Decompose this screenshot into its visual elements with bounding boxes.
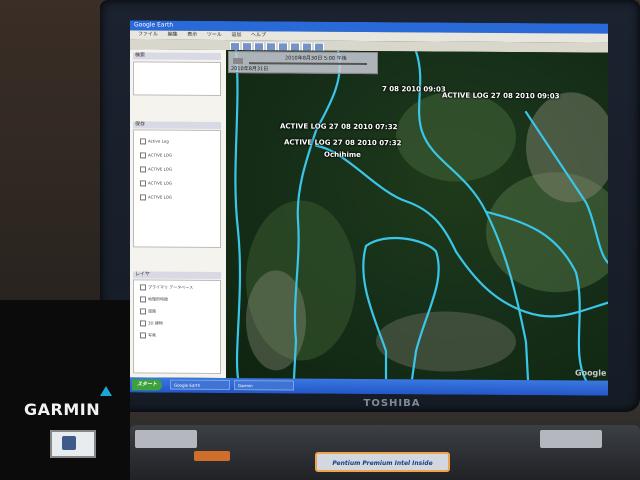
tree-item[interactable]: Active Log bbox=[140, 138, 169, 145]
track-label[interactable]: 7 08 2010 09:03 bbox=[382, 85, 446, 93]
tree-item[interactable]: 写真 bbox=[140, 332, 156, 339]
places-panel-header[interactable]: 保存 bbox=[133, 121, 221, 129]
tree-item[interactable]: 3D 建物 bbox=[140, 320, 163, 327]
layers-panel-header[interactable]: レイヤ bbox=[133, 271, 221, 279]
tree-item[interactable]: ACTIVE LOG bbox=[140, 152, 172, 159]
laptop-brand-logo: TOSHIBA bbox=[363, 398, 421, 409]
checkbox-icon[interactable] bbox=[140, 332, 146, 339]
menu-item[interactable]: 編集 bbox=[168, 32, 178, 38]
gps-track-line bbox=[292, 50, 341, 380]
menu-item[interactable]: 追加 bbox=[231, 32, 241, 38]
status-led bbox=[194, 451, 230, 461]
menu-item[interactable]: ヘルプ bbox=[251, 32, 266, 38]
gps-track-line bbox=[454, 250, 608, 318]
gps-track-line bbox=[364, 236, 440, 381]
laptop-screen: Google Earth ファイル 編集 表示 ツール 追加 ヘルプ 検索 保存… bbox=[130, 20, 608, 396]
track-label[interactable]: ACTIVE LOG 27 08 2010 09:03 bbox=[442, 92, 559, 101]
tree-item[interactable]: ACTIVE LOG bbox=[140, 180, 172, 187]
gps-track-line bbox=[362, 244, 388, 381]
map-view[interactable]: ACTIVE LOG 27 08 2010 07:32 ACTIVE LOG 2… bbox=[226, 50, 608, 381]
layers-tree[interactable]: プライマリ データベース 地理的特徴 道路 3D 建物 写真 bbox=[133, 279, 221, 374]
taskbar-button[interactable]: Google Earth bbox=[170, 379, 230, 391]
laptop-hinge bbox=[540, 430, 602, 448]
track-label[interactable]: ACTIVE LOG 27 08 2010 07:32 bbox=[284, 138, 401, 147]
tree-item[interactable]: ACTIVE LOG bbox=[140, 166, 172, 173]
tree-item[interactable]: 地理的特徴 bbox=[140, 296, 168, 303]
start-button[interactable]: スタート bbox=[132, 379, 162, 391]
sidebar-panel: 検索 保存 Active Log ACTIVE LOG ACTIVE LOG A… bbox=[130, 49, 226, 379]
time-slider[interactable]: 2010年8月30日 5:00 午後 2010年8月31日 bbox=[228, 51, 378, 75]
laptop-hinge bbox=[135, 430, 197, 448]
laptop-sticker: Pentium Premium Intel Inside bbox=[315, 452, 450, 472]
map-attribution: Google bbox=[575, 368, 607, 378]
checkbox-icon[interactable] bbox=[140, 194, 146, 201]
play-icon[interactable] bbox=[233, 58, 243, 65]
garmin-screen-icon bbox=[62, 436, 76, 450]
menu-item[interactable]: ツール bbox=[207, 32, 222, 38]
track-label[interactable]: ACTIVE LOG 27 08 2010 07:32 bbox=[280, 122, 397, 131]
tree-item[interactable]: ACTIVE LOG bbox=[140, 194, 172, 201]
taskbar-button[interactable]: Garmin bbox=[234, 380, 294, 391]
checkbox-icon[interactable] bbox=[140, 308, 146, 315]
checkbox-icon[interactable] bbox=[140, 152, 146, 159]
time-current-label: 2010年8月31日 bbox=[231, 66, 269, 73]
search-panel[interactable] bbox=[133, 61, 221, 96]
gps-track-line bbox=[234, 50, 242, 380]
track-label[interactable]: Ochihime bbox=[324, 151, 361, 159]
checkbox-icon[interactable] bbox=[140, 284, 146, 291]
tree-item[interactable]: 道路 bbox=[140, 308, 156, 315]
gps-track-line bbox=[524, 110, 608, 264]
time-range-label: 2010年8月30日 5:00 午後 bbox=[285, 55, 347, 62]
search-panel-header[interactable]: 検索 bbox=[133, 52, 221, 60]
places-tree[interactable]: Active Log ACTIVE LOG ACTIVE LOG ACTIVE … bbox=[133, 129, 221, 248]
checkbox-icon[interactable] bbox=[140, 180, 146, 187]
checkbox-icon[interactable] bbox=[140, 320, 146, 327]
checkbox-icon[interactable] bbox=[140, 138, 146, 145]
checkbox-icon[interactable] bbox=[140, 296, 146, 303]
tree-item[interactable]: プライマリ データベース bbox=[140, 284, 193, 291]
garmin-logo: GARMIN bbox=[24, 400, 101, 419]
gps-track-line bbox=[314, 144, 458, 253]
gps-track-line bbox=[484, 210, 588, 381]
checkbox-icon[interactable] bbox=[140, 166, 146, 173]
menu-item[interactable]: ファイル bbox=[138, 31, 158, 37]
garmin-triangle-icon bbox=[100, 386, 112, 396]
menu-item[interactable]: 表示 bbox=[187, 32, 197, 38]
